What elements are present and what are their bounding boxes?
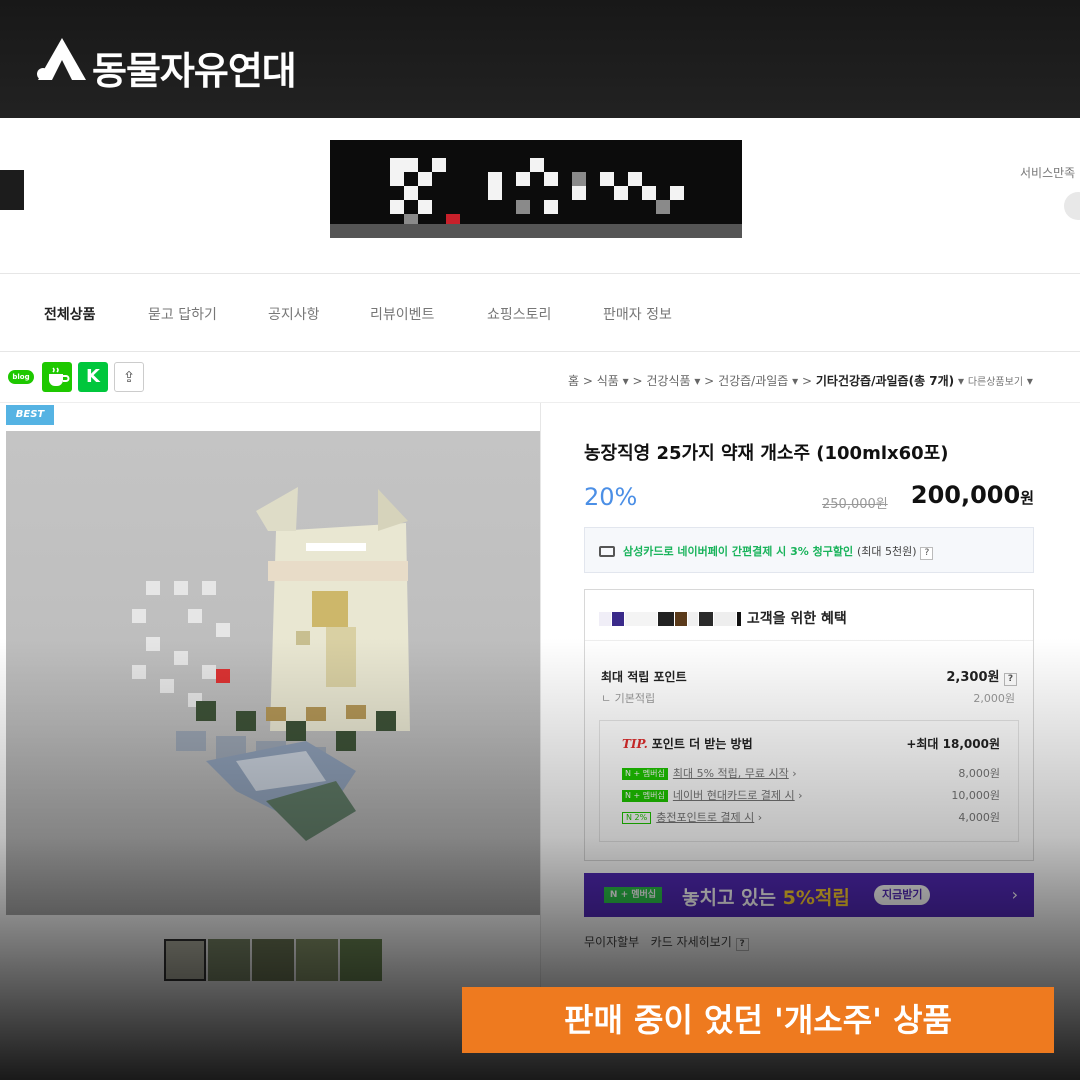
- card-details-link[interactable]: 카드 자세히보기: [651, 935, 732, 949]
- chevron-right-icon: ›: [1011, 885, 1018, 904]
- benefit-box: 고객을 위한 혜택 최대 적립 포인트 2,300원 ? ㄴ 기본적립 2,00…: [584, 589, 1034, 861]
- basic-points-value: 2,000원: [973, 692, 1015, 705]
- membership-badge: N + 멤버십: [604, 887, 662, 903]
- cafe-share-button[interactable]: [42, 362, 72, 392]
- breadcrumb-juice[interactable]: 건강즙/과일즙: [718, 374, 788, 388]
- tip-link[interactable]: 네이버 현대카드로 결제 시: [673, 789, 795, 802]
- tip-value: 4,000원: [958, 811, 1000, 824]
- max-points-value: 2,300원 ?: [946, 666, 1017, 686]
- brand-header: 동물자유연대: [0, 0, 1080, 118]
- tip-max-points: +최대 18,000원: [906, 737, 1000, 751]
- original-price: 250,000원: [822, 497, 888, 512]
- tip-link[interactable]: 충전포인트로 결제 시: [656, 811, 754, 824]
- product-image[interactable]: [6, 431, 540, 915]
- tab-review-event[interactable]: 리뷰이벤트: [370, 304, 434, 324]
- store-logo[interactable]: [330, 140, 742, 238]
- service-satisfaction-label[interactable]: 서비스만족: [1020, 164, 1075, 181]
- caption-banner: 판매 중이 었던 '개소주' 상품: [462, 987, 1054, 1053]
- tip-heading: TIP. 포인트 더 받는 방법: [622, 735, 753, 752]
- membership-badge: N + 멤버십: [622, 790, 668, 802]
- side-tab[interactable]: [0, 170, 24, 210]
- blog-icon: blog: [8, 370, 34, 384]
- thumbnail[interactable]: [252, 939, 294, 981]
- thumbnail[interactable]: [296, 939, 338, 981]
- store-header: 서비스만족: [0, 118, 1080, 274]
- service-toggle[interactable]: [1064, 192, 1080, 220]
- triangle-logo-icon: [37, 38, 86, 80]
- card-promo-sub: (최대 5천원): [856, 545, 917, 558]
- breadcrumb-home[interactable]: 홈: [568, 374, 579, 388]
- tip-row[interactable]: N + 멤버십 네이버 현대카드로 결제 시 ›: [622, 787, 803, 803]
- installment-row: 무이자할부 카드 자세히보기 ?: [584, 933, 749, 951]
- tip-value: 8,000원: [958, 767, 1000, 780]
- divider: [585, 640, 1033, 641]
- get-now-button[interactable]: 지금받기: [874, 885, 931, 905]
- tab-all-products[interactable]: 전체상품: [44, 304, 96, 324]
- tip-link[interactable]: 최대 5% 적립, 무료 시작: [673, 767, 789, 780]
- help-icon[interactable]: ?: [920, 547, 934, 560]
- card-icon: [599, 546, 615, 557]
- benefit-heading: 고객을 위한 혜택: [599, 608, 847, 627]
- breadcrumb: 홈 > 식품 ▾ > 건강식품 ▾ > 건강즙/과일즙 ▾ > 기타건강즙/과일…: [568, 374, 1033, 388]
- card-promo-main: 삼성카드로 네이버페이 간편결제 시 3% 청구할인: [623, 545, 854, 558]
- tip-value: 10,000원: [951, 789, 1000, 802]
- installment-label: 무이자할부: [584, 935, 640, 949]
- tip-row[interactable]: N 2% 충전포인트로 결제 시 ›: [622, 809, 762, 825]
- best-badge: BEST: [6, 405, 54, 425]
- share-icon[interactable]: ⇪: [114, 362, 144, 392]
- points-badge: N 2%: [622, 812, 652, 824]
- thumbnail[interactable]: [340, 939, 382, 981]
- product-title: 농장직영 25가지 약재 개소주 (100mlx60포): [584, 443, 949, 464]
- store-nav: 전체상품 묻고 답하기 공지사항 리뷰이벤트 쇼핑스토리 판매자 정보: [0, 274, 1080, 352]
- brand-name: 동물자유연대: [92, 49, 297, 93]
- product-photo-graphic: [132, 487, 410, 841]
- tab-shopping-story[interactable]: 쇼핑스토리: [487, 304, 551, 324]
- max-points-label: 최대 적립 포인트: [601, 670, 687, 684]
- pixelated-logo-graphic: [330, 158, 742, 238]
- card-promo-banner[interactable]: 삼성카드로 네이버페이 간편결제 시 3% 청구할인 (최대 5천원) ?: [584, 527, 1034, 573]
- benefit-heading-text: 고객을 위한 혜택: [746, 611, 847, 627]
- cup-icon: [49, 367, 70, 386]
- tip-box: TIP. 포인트 더 받는 방법 +최대 18,000원 N + 멤버십 최대 5%…: [599, 720, 1019, 842]
- tab-seller-info[interactable]: 판매자 정보: [603, 304, 672, 324]
- help-icon[interactable]: ?: [735, 938, 749, 951]
- tab-notices[interactable]: 공지사항: [268, 304, 320, 324]
- card-promo-text: 삼성카드로 네이버페이 간편결제 시 3% 청구할인 (최대 5천원) ?: [623, 543, 934, 560]
- breadcrumb-health-food[interactable]: 건강식품: [646, 374, 690, 388]
- store-screenshot: 서비스만족 전체상품 묻고 답하기 공지사항 리뷰이벤트 쇼핑스토리 판매자 정…: [0, 118, 1080, 1080]
- breadcrumb-current[interactable]: 기타건강즙/과일즙(총 7개): [816, 374, 954, 388]
- membership-text-b: 5%적립: [782, 887, 850, 909]
- sale-price: 200,000원: [911, 481, 1034, 509]
- membership-badge: N + 멤버십: [622, 768, 668, 780]
- thumbnail[interactable]: [164, 939, 206, 981]
- tab-qna[interactable]: 묻고 답하기: [148, 304, 217, 324]
- share-row: blog K ⇪ 홈 > 식품 ▾ > 건강식품 ▾ > 건강즙/과일즙 ▾ >…: [0, 358, 1080, 398]
- help-icon[interactable]: ?: [1004, 673, 1017, 686]
- tip-title: 포인트 더 받는 방법: [651, 737, 753, 751]
- blog-share-button[interactable]: blog: [6, 362, 36, 392]
- k-share-button[interactable]: K: [78, 362, 108, 392]
- sale-price-value: 200,000: [910, 481, 1021, 509]
- thumbnail[interactable]: [208, 939, 250, 981]
- product-section: BEST 농장직영 25가지 약재 개소주 (100mlx60포) 20% 25…: [0, 402, 1080, 1080]
- tip-row[interactable]: N + 멤버십 최대 5% 적립, 무료 시작 ›: [622, 765, 797, 781]
- tip-label: TIP.: [622, 737, 648, 751]
- basic-points-label: ㄴ 기본적립: [601, 692, 656, 705]
- sale-price-unit: 원: [1020, 489, 1034, 507]
- membership-text: 놓치고 있는 5%적립: [682, 883, 850, 910]
- max-points-amount: 2,300원: [946, 670, 1000, 685]
- column-divider: [540, 403, 541, 1043]
- breadcrumb-food[interactable]: 식품: [597, 374, 619, 388]
- membership-text-a: 놓치고 있는: [682, 887, 783, 909]
- membership-banner[interactable]: N + 멤버십 놓치고 있는 5%적립 지금받기 ›: [584, 873, 1034, 917]
- discount-rate: 20%: [584, 483, 638, 511]
- other-products-link[interactable]: 다른상품보기: [968, 377, 1023, 388]
